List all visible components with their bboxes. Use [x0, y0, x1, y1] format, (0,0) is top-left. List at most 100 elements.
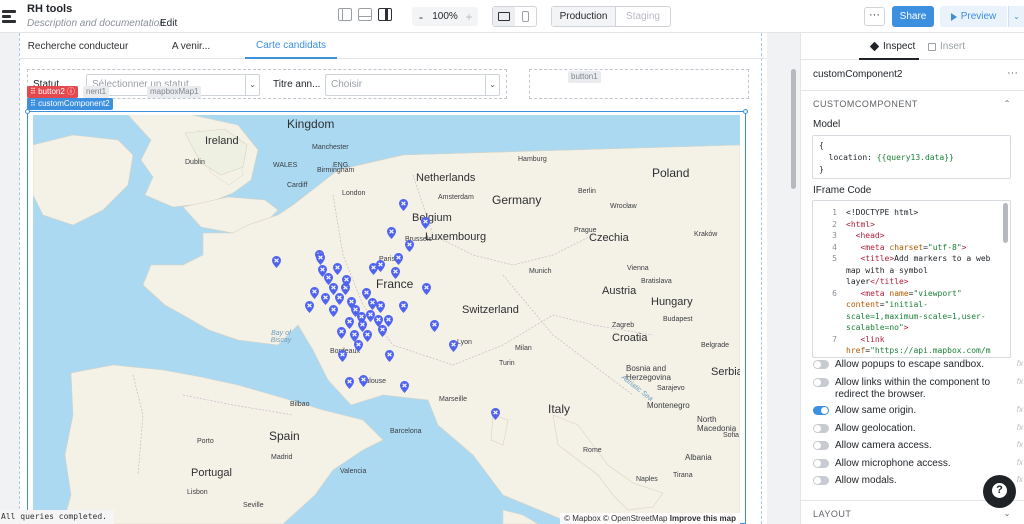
custom-component-tag[interactable]: ⠿ customComponent2	[27, 98, 113, 110]
right-panel-toggle-icon[interactable]	[378, 8, 392, 21]
map-marker[interactable]	[449, 340, 458, 352]
map-marker[interactable]	[421, 217, 430, 229]
fx-icon[interactable]: fx	[1017, 440, 1023, 449]
line-number	[813, 299, 837, 311]
map-marker[interactable]	[329, 283, 338, 295]
map-label: Ireland	[205, 135, 239, 147]
panel-tabs: Inspect Insert	[801, 33, 1024, 60]
component-name[interactable]: customComponent2	[813, 69, 903, 80]
iframe-code-editor[interactable]: 1 2 3 4 5 6 7 <!DOCTYPE html> <html> <head> <m…	[812, 200, 1011, 358]
component1-tag[interactable]: nent1	[83, 86, 110, 98]
fx-icon[interactable]: fx	[1017, 405, 1023, 414]
section-title: CUSTOMCOMPONENT	[813, 99, 918, 109]
mobile-view-button[interactable]	[515, 7, 537, 26]
tab-a-venir[interactable]: A venir...	[137, 33, 245, 59]
zoom-out-button[interactable]: -	[412, 10, 430, 24]
map-marker[interactable]	[400, 381, 409, 393]
map-marker[interactable]	[359, 375, 368, 387]
map-marker[interactable]	[310, 287, 319, 299]
fx-icon[interactable]: fx	[1017, 423, 1023, 432]
tab-inspect[interactable]: Inspect	[869, 41, 915, 52]
toggle-switch[interactable]	[813, 406, 829, 415]
tab-insert[interactable]: Insert	[928, 41, 965, 52]
map-marker[interactable]	[399, 199, 408, 211]
map-marker[interactable]	[342, 275, 351, 287]
code-scrollbar[interactable]	[1003, 203, 1008, 243]
map-label: Hungary	[651, 296, 693, 308]
map-marker[interactable]	[321, 293, 330, 305]
map-marker[interactable]	[305, 301, 314, 313]
help-button[interactable]: ?	[983, 475, 1016, 508]
map-marker[interactable]	[391, 267, 400, 279]
resize-handle[interactable]	[25, 109, 30, 114]
section-header-customcomponent[interactable]: CUSTOMCOMPONENT ⌃	[801, 90, 1024, 116]
app-frame: Recherche conducteur A venir... Carte ca…	[19, 33, 767, 524]
map-label: Germany	[492, 193, 542, 207]
map-marker[interactable]	[394, 253, 403, 265]
toggle-switch[interactable]	[813, 378, 829, 387]
canvas-scrollbar[interactable]	[791, 69, 796, 189]
fx-icon[interactable]: fx	[1017, 359, 1023, 368]
map-marker[interactable]	[405, 240, 414, 252]
env-production-button[interactable]: Production	[552, 7, 616, 26]
edit-description-link[interactable]: Edit	[160, 18, 177, 29]
desktop-view-button[interactable]	[493, 7, 515, 26]
toggle-label: Allow camera access.	[835, 440, 932, 451]
tab-carte-candidats[interactable]: Carte candidats	[245, 33, 337, 59]
map-marker[interactable]	[384, 315, 393, 327]
map-marker[interactable]	[422, 283, 431, 295]
button2-tag[interactable]: ⠿ button2 ⓘ	[27, 86, 79, 98]
map-marker[interactable]	[491, 408, 500, 420]
map-marker[interactable]	[354, 340, 363, 352]
menu-icon[interactable]	[2, 10, 16, 23]
toggle-switch[interactable]	[813, 459, 829, 468]
left-panel-toggle-icon[interactable]	[338, 8, 352, 21]
map-marker[interactable]	[337, 327, 346, 339]
map-marker[interactable]	[345, 377, 354, 389]
titre-select[interactable]: Choisir ⌄	[325, 74, 500, 96]
fx-icon[interactable]: fx	[1017, 377, 1023, 386]
map-marker[interactable]	[387, 227, 396, 239]
env-staging-button[interactable]: Staging	[616, 7, 670, 26]
resize-handle[interactable]	[743, 109, 748, 114]
bottom-panel-toggle-icon[interactable]	[358, 8, 372, 21]
map-attribution[interactable]: © Mapbox © OpenStreetMap Improve this ma…	[560, 513, 740, 524]
fx-icon[interactable]: fx	[1017, 475, 1023, 484]
component-more-button[interactable]: ···	[1007, 67, 1018, 79]
share-button[interactable]: Share	[892, 6, 934, 27]
toggle-switch[interactable]	[813, 476, 829, 485]
toggle-switch[interactable]	[813, 360, 829, 369]
improve-map-link[interactable]: Improve this map	[670, 514, 736, 523]
toggle-label: Allow same origin.	[835, 405, 917, 416]
toggle-switch[interactable]	[813, 424, 829, 433]
map-marker[interactable]	[272, 256, 281, 268]
button1-placeholder[interactable]	[529, 69, 749, 99]
map-marker[interactable]	[399, 301, 408, 313]
console-status[interactable]: All queries completed.	[0, 510, 114, 524]
map-marker[interactable]	[369, 263, 378, 275]
map-marker[interactable]	[329, 305, 338, 317]
model-editor[interactable]: { location: {{query13.data}} }	[812, 135, 1011, 179]
toggle-switch[interactable]	[813, 441, 829, 450]
tab-recherche-conducteur[interactable]: Recherche conducteur	[19, 33, 137, 59]
map-view[interactable]: Kingdom Ireland Netherlands Belgium Luxe…	[33, 115, 740, 524]
line-number	[813, 276, 837, 288]
map-marker[interactable]	[430, 320, 439, 332]
map-marker[interactable]	[345, 317, 354, 329]
more-options-button[interactable]: ···	[864, 7, 885, 26]
map-marker[interactable]	[338, 350, 347, 362]
zoom-in-button[interactable]: +	[460, 10, 478, 24]
preview-button[interactable]: Preview	[940, 6, 1007, 27]
page-tabs: Recherche conducteur A venir... Carte ca…	[19, 33, 767, 59]
attribution-text: © Mapbox © OpenStreetMap	[564, 514, 668, 523]
fx-icon[interactable]: fx	[1017, 458, 1023, 467]
map-marker[interactable]	[363, 330, 372, 342]
mapbox-tag[interactable]: mapboxMap1	[147, 86, 202, 98]
map-marker[interactable]	[376, 301, 385, 313]
map-marker[interactable]	[385, 350, 394, 362]
map-marker[interactable]	[316, 253, 325, 265]
button1-tag[interactable]: button1	[568, 71, 601, 83]
map-marker[interactable]	[333, 263, 342, 275]
preview-dropdown-button[interactable]: ⌄	[1008, 6, 1024, 27]
app-title[interactable]: RH tools	[27, 3, 72, 15]
